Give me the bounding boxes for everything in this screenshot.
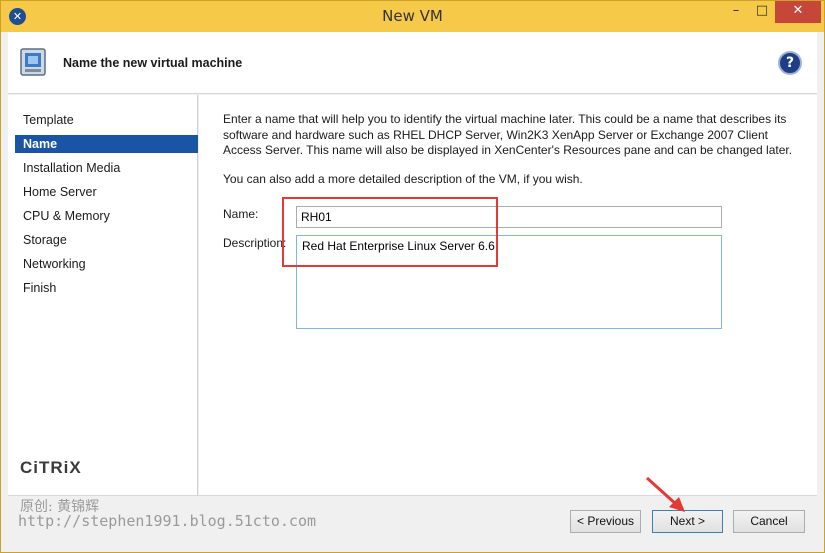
name-label: Name:: [223, 207, 259, 221]
sidebar-item-storage[interactable]: Storage: [15, 231, 198, 249]
annotation-highlight-box: [282, 197, 498, 267]
minimize-button[interactable]: –: [723, 1, 749, 23]
sidebar-item-finish[interactable]: Finish: [15, 279, 198, 297]
wizard-header: Name the new virtual machine ?: [8, 32, 817, 94]
sidebar-item-home-server[interactable]: Home Server: [15, 183, 198, 201]
close-button[interactable]: ✕: [775, 1, 821, 23]
sidebar-item-installation-media[interactable]: Installation Media: [15, 159, 198, 177]
wizard-steps-sidebar: Template Name Installation Media Home Se…: [8, 95, 198, 495]
window-title: New VM: [382, 7, 443, 25]
maximize-button[interactable]: □: [749, 1, 775, 23]
help-icon[interactable]: ?: [778, 51, 802, 75]
title-bar[interactable]: ✕ New VM – □ ✕: [1, 1, 824, 32]
main-content: Enter a name that will help you to ident…: [199, 95, 817, 495]
annotation-arrow-icon: [645, 476, 685, 512]
page-title: Name the new virtual machine: [63, 56, 243, 70]
description-label: Description:: [223, 236, 287, 250]
new-vm-window: ✕ New VM – □ ✕ Name the new virtual mach…: [0, 0, 825, 553]
cancel-button[interactable]: Cancel: [733, 510, 805, 533]
sidebar-item-template[interactable]: Template: [15, 111, 198, 129]
previous-button[interactable]: < Previous: [570, 510, 641, 533]
vm-icon: [20, 48, 46, 76]
sidebar-item-networking[interactable]: Networking: [15, 255, 198, 273]
sidebar-item-cpu-memory[interactable]: CPU & Memory: [15, 207, 198, 225]
citrix-logo: CiTRiX: [20, 458, 82, 477]
instructions-text: Enter a name that will help you to ident…: [223, 112, 793, 157]
sidebar-item-name[interactable]: Name: [15, 135, 198, 153]
watermark-url: http://stephen1991.blog.51cto.com: [18, 512, 317, 530]
description-hint: You can also add a more detailed descrip…: [223, 172, 583, 186]
wizard-footer: 原创: 黄锦辉 http://stephen1991.blog.51cto.co…: [8, 495, 817, 545]
